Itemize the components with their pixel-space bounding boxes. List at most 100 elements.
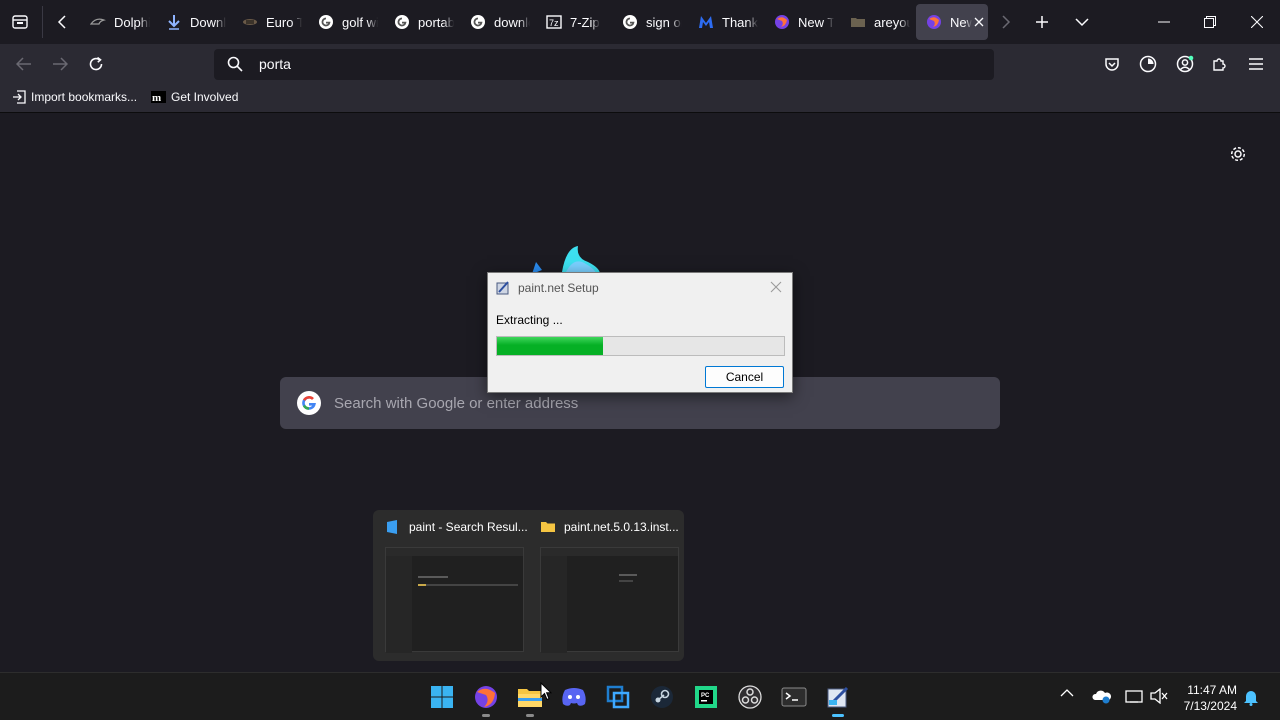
close-tab-icon[interactable]: [974, 17, 984, 27]
network-icon[interactable]: [1125, 688, 1143, 704]
dialog-close-icon[interactable]: [768, 279, 784, 295]
tab-4[interactable]: portable: [384, 4, 454, 40]
svg-text:m: m: [152, 92, 161, 103]
extension-timer-icon[interactable]: [1136, 52, 1160, 76]
pocket-icon[interactable]: [1100, 52, 1124, 76]
tab-7[interactable]: sign on: [612, 4, 682, 40]
firefox-logo: [526, 244, 606, 274]
firefox-icon: [774, 14, 790, 30]
volume-muted-icon[interactable]: [1150, 688, 1168, 704]
malwarebytes-icon: [698, 14, 714, 30]
discord-icon[interactable]: [558, 681, 590, 713]
start-icon[interactable]: [426, 681, 458, 713]
virtualbox-icon[interactable]: [602, 681, 634, 713]
close-window-button[interactable]: [1241, 8, 1273, 36]
tab-scroll-left-button[interactable]: [52, 10, 72, 34]
system-clock[interactable]: 11:47 AM 7/13/2024: [1184, 682, 1237, 714]
list-all-tabs-button[interactable]: [1070, 10, 1094, 34]
extensions-puzzle-icon[interactable]: [1208, 52, 1232, 76]
svg-text:PC: PC: [701, 693, 710, 699]
search-results-icon: [385, 520, 401, 534]
search-icon: [227, 56, 243, 72]
tab-title: portable: [418, 14, 454, 30]
tab-5[interactable]: download: [460, 4, 530, 40]
tab-10[interactable]: areyou: [840, 4, 910, 40]
tab-8[interactable]: Thank: [688, 4, 758, 40]
tab-2[interactable]: Euro Truck: [232, 4, 302, 40]
google-icon: [622, 14, 638, 30]
bookmarks-toolbar: Import bookmarks... m Get Involved: [0, 84, 1280, 113]
pycharm-icon[interactable]: PC: [690, 681, 722, 713]
steam-icon[interactable]: [646, 681, 678, 713]
tab-0[interactable]: Dolphin: [80, 4, 150, 40]
gear-icon[interactable]: [1229, 145, 1247, 163]
tab-title: Dolphin: [114, 14, 150, 30]
clock-time: 11:47 AM: [1187, 683, 1237, 697]
cancel-button[interactable]: Cancel: [705, 366, 784, 388]
tab-divider: [42, 6, 43, 38]
tab-title: New: [950, 14, 972, 30]
tab-title: New Tab: [798, 14, 834, 30]
svg-text:7z: 7z: [549, 18, 559, 28]
bookmark-label: Get Involved: [171, 90, 239, 104]
onedrive-icon[interactable]: [1092, 688, 1112, 704]
new-tab-button[interactable]: [1030, 10, 1054, 34]
tab-strip: Dolphin Downloads Euro Truck golf with p…: [0, 0, 1280, 44]
paint-net-icon: [496, 280, 511, 295]
address-bar-text: porta: [259, 56, 291, 72]
reload-button[interactable]: [84, 52, 108, 76]
clock-date: 7/13/2024: [1183, 699, 1237, 713]
progress-fill: [497, 337, 604, 355]
tab-title: golf with: [342, 14, 378, 30]
google-icon: [470, 14, 486, 30]
mozilla-icon: m: [151, 91, 166, 103]
tab-9[interactable]: New Tab: [764, 4, 834, 40]
tab-title: sign on: [646, 14, 682, 30]
tab-title: download: [494, 14, 530, 30]
chevron-up-icon[interactable]: [1060, 688, 1074, 698]
tab-title: Downloads: [190, 14, 226, 30]
tab-scroll-right-button[interactable]: [996, 10, 1016, 34]
account-icon[interactable]: [1173, 52, 1197, 76]
tab-title: 7-Zip: [570, 14, 600, 30]
tab-title: areyou: [874, 14, 910, 30]
tab-title: Thank: [722, 14, 758, 30]
hamburger-menu-icon[interactable]: [1244, 52, 1268, 76]
bookmark-import[interactable]: Import bookmarks...: [12, 90, 137, 104]
firefox-view-icon[interactable]: [8, 10, 32, 34]
google-icon: [318, 14, 334, 30]
7zip-icon: 7z: [546, 14, 562, 30]
terminal-icon[interactable]: [778, 681, 810, 713]
tab-6[interactable]: 7z 7-Zip: [536, 4, 606, 40]
preview-window-search[interactable]: paint - Search Resul...: [375, 510, 528, 661]
minimize-button[interactable]: [1148, 8, 1180, 36]
taskbar-thumbnail-preview: paint - Search Resul... paint.net.5.0.13…: [373, 510, 684, 661]
preview-window-folder[interactable]: paint.net.5.0.13.inst...: [530, 510, 680, 661]
paint-net-setup-dialog: paint.net Setup Extracting ... Cancel: [487, 272, 793, 393]
google-icon: [296, 390, 322, 416]
folder-icon: [850, 14, 866, 30]
notification-bell-icon[interactable]: [1243, 688, 1259, 706]
forward-button[interactable]: [48, 52, 72, 76]
tab-3[interactable]: golf with: [308, 4, 378, 40]
preview-thumbnail: [385, 547, 524, 653]
euro-truck-icon: [242, 14, 258, 30]
bookmark-label: Import bookmarks...: [31, 90, 138, 104]
tab-1[interactable]: Downloads: [156, 4, 226, 40]
restore-button[interactable]: [1194, 8, 1226, 36]
paint-net-icon[interactable]: [822, 681, 854, 717]
import-icon: [12, 90, 26, 104]
bookmark-get-involved[interactable]: m Get Involved: [151, 90, 238, 104]
dialog-message: Extracting ...: [496, 313, 563, 327]
search-placeholder: Search with Google or enter address: [334, 394, 579, 412]
download-icon: [166, 14, 182, 30]
dolphin-icon: [90, 14, 106, 30]
back-button[interactable]: [12, 52, 36, 76]
firefox-icon[interactable]: [470, 681, 502, 717]
obs-icon[interactable]: [734, 681, 766, 713]
extract-progress-bar: [496, 336, 785, 356]
tab-11-active[interactable]: New: [916, 4, 988, 40]
mouse-cursor: [540, 682, 552, 701]
firefox-icon: [926, 14, 942, 30]
address-bar[interactable]: porta: [214, 49, 994, 80]
